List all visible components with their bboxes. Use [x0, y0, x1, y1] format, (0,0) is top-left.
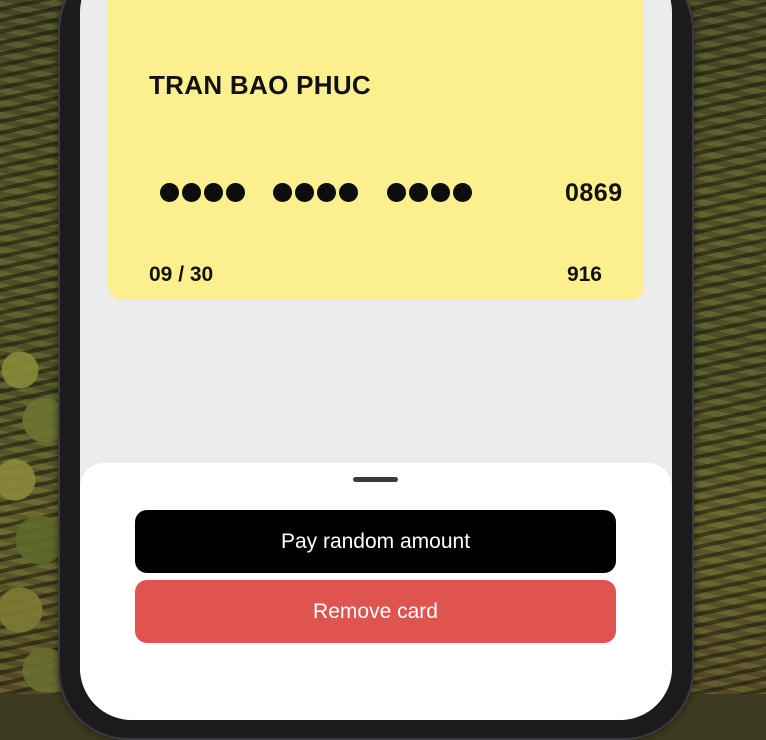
remove-card-button[interactable]: Remove card — [135, 580, 616, 643]
mask-dot — [431, 182, 450, 202]
masked-digits-group-3 — [387, 174, 472, 210]
sheet-grabber-handle[interactable] — [353, 477, 398, 482]
mask-dot — [226, 182, 245, 202]
app-screen: TRAN BAO PHUC 0869 09 / 30 916 Pay rando… — [80, 0, 672, 720]
mask-dot — [317, 182, 336, 202]
bottom-sheet: Pay random amount Remove card — [80, 463, 672, 720]
mask-dot — [160, 182, 179, 202]
card-cvv: 916 — [566, 263, 602, 286]
mask-dot — [204, 182, 223, 202]
mask-dot — [339, 182, 358, 202]
credit-card: TRAN BAO PHUC 0869 09 / 30 916 — [108, 0, 644, 300]
mask-dot — [273, 182, 292, 202]
masked-digits-group-2 — [273, 174, 358, 210]
mask-dot — [387, 182, 406, 202]
mask-dot — [409, 182, 428, 202]
card-holder-name: TRAN BAO PHUC — [149, 70, 372, 100]
pay-random-amount-button[interactable]: Pay random amount — [135, 510, 616, 573]
mask-dot — [295, 182, 314, 202]
card-number: 0869 — [160, 174, 622, 210]
card-last-four-digits: 0869 — [565, 179, 623, 207]
card-expiry-date: 09 / 30 — [149, 263, 214, 286]
mask-dot — [453, 182, 472, 202]
mask-dot — [182, 182, 201, 202]
masked-digits-group-1 — [160, 174, 245, 210]
